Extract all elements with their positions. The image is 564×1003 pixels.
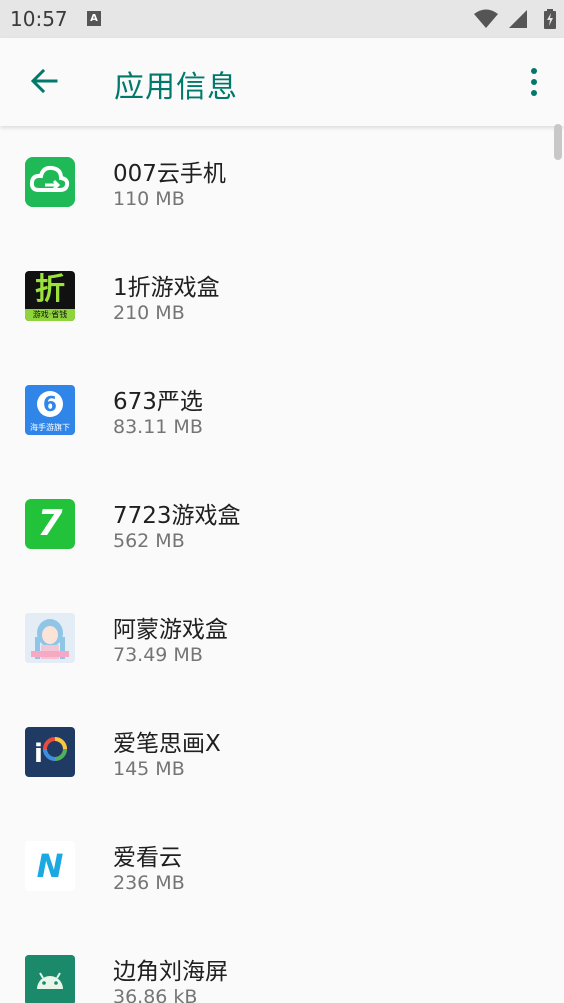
six-glyph: 6 [37,391,63,417]
seven-glyph: 7 [37,503,63,544]
app-name: 7723游戏盒 [113,503,241,529]
app-name: 爱看云 [113,845,182,871]
app-name: 阿蒙游戏盒 [113,617,228,643]
list-item-app[interactable]: 边角刘海屏 36.86 kB [0,924,564,1003]
back-button[interactable] [22,60,66,104]
app-name: 673严选 [113,389,203,415]
list-item-app[interactable]: 007云手机 110 MB [0,126,564,240]
wifi-icon [473,9,498,28]
six-caption: 海手游旗下 [30,423,70,432]
ibis-paint-icon: i [25,727,75,777]
status-icons [473,9,556,29]
ikan-glyph: N [36,847,64,885]
app-size: 145 MB [113,758,185,780]
app-bar: 应用信息 [0,38,564,126]
notification-a-icon: A [87,11,101,26]
ikan-cloud-icon: N [25,841,75,891]
app-size: 210 MB [113,302,185,324]
list-item-app[interactable]: 阿蒙游戏盒 73.49 MB [0,582,564,696]
zhe-game-box-icon: 折 游戏·省钱 [25,271,75,321]
app-list: 007云手机 110 MB 折 游戏·省钱 1折游戏盒 210 MB 6 海手游… [0,126,564,1003]
scrollbar[interactable] [554,124,562,160]
more-options-button[interactable] [522,62,546,102]
anime-girl-icon [25,613,75,663]
app-size: 562 MB [113,530,185,552]
app-name: 007云手机 [113,161,226,187]
app-name: 边角刘海屏 [113,959,228,985]
app-size: 110 MB [113,188,185,210]
status-bar: 10:57 A [0,0,564,38]
six-seven-three-icon: 6 海手游旗下 [25,385,75,435]
list-item-app[interactable]: 6 海手游旗下 673严选 83.11 MB [0,354,564,468]
list-item-app[interactable]: i 爱笔思画X 145 MB [0,696,564,810]
status-time: 10:57 [10,7,68,31]
page-title: 应用信息 [114,70,238,105]
cloud-phone-icon [25,157,75,207]
list-item-app[interactable]: 折 游戏·省钱 1折游戏盒 210 MB [0,240,564,354]
list-item-app[interactable]: N 爱看云 236 MB [0,810,564,924]
app-name: 1折游戏盒 [113,275,220,301]
arrow-left-icon [30,68,58,94]
seven-game-icon: 7 [25,499,75,549]
app-size: 36.86 kB [113,986,198,1003]
app-size: 73.49 MB [113,644,203,666]
signal-icon [508,10,527,28]
zhe-caption: 游戏·省钱 [25,309,75,321]
app-size: 83.11 MB [113,416,203,438]
app-name: 爱笔思画X [113,731,221,757]
app-size: 236 MB [113,872,185,894]
list-item-app[interactable]: 7 7723游戏盒 562 MB [0,468,564,582]
more-vert-icon [531,68,537,96]
zhe-glyph: 折 [35,272,65,307]
battery-icon [544,9,556,29]
android-icon [25,955,75,1003]
